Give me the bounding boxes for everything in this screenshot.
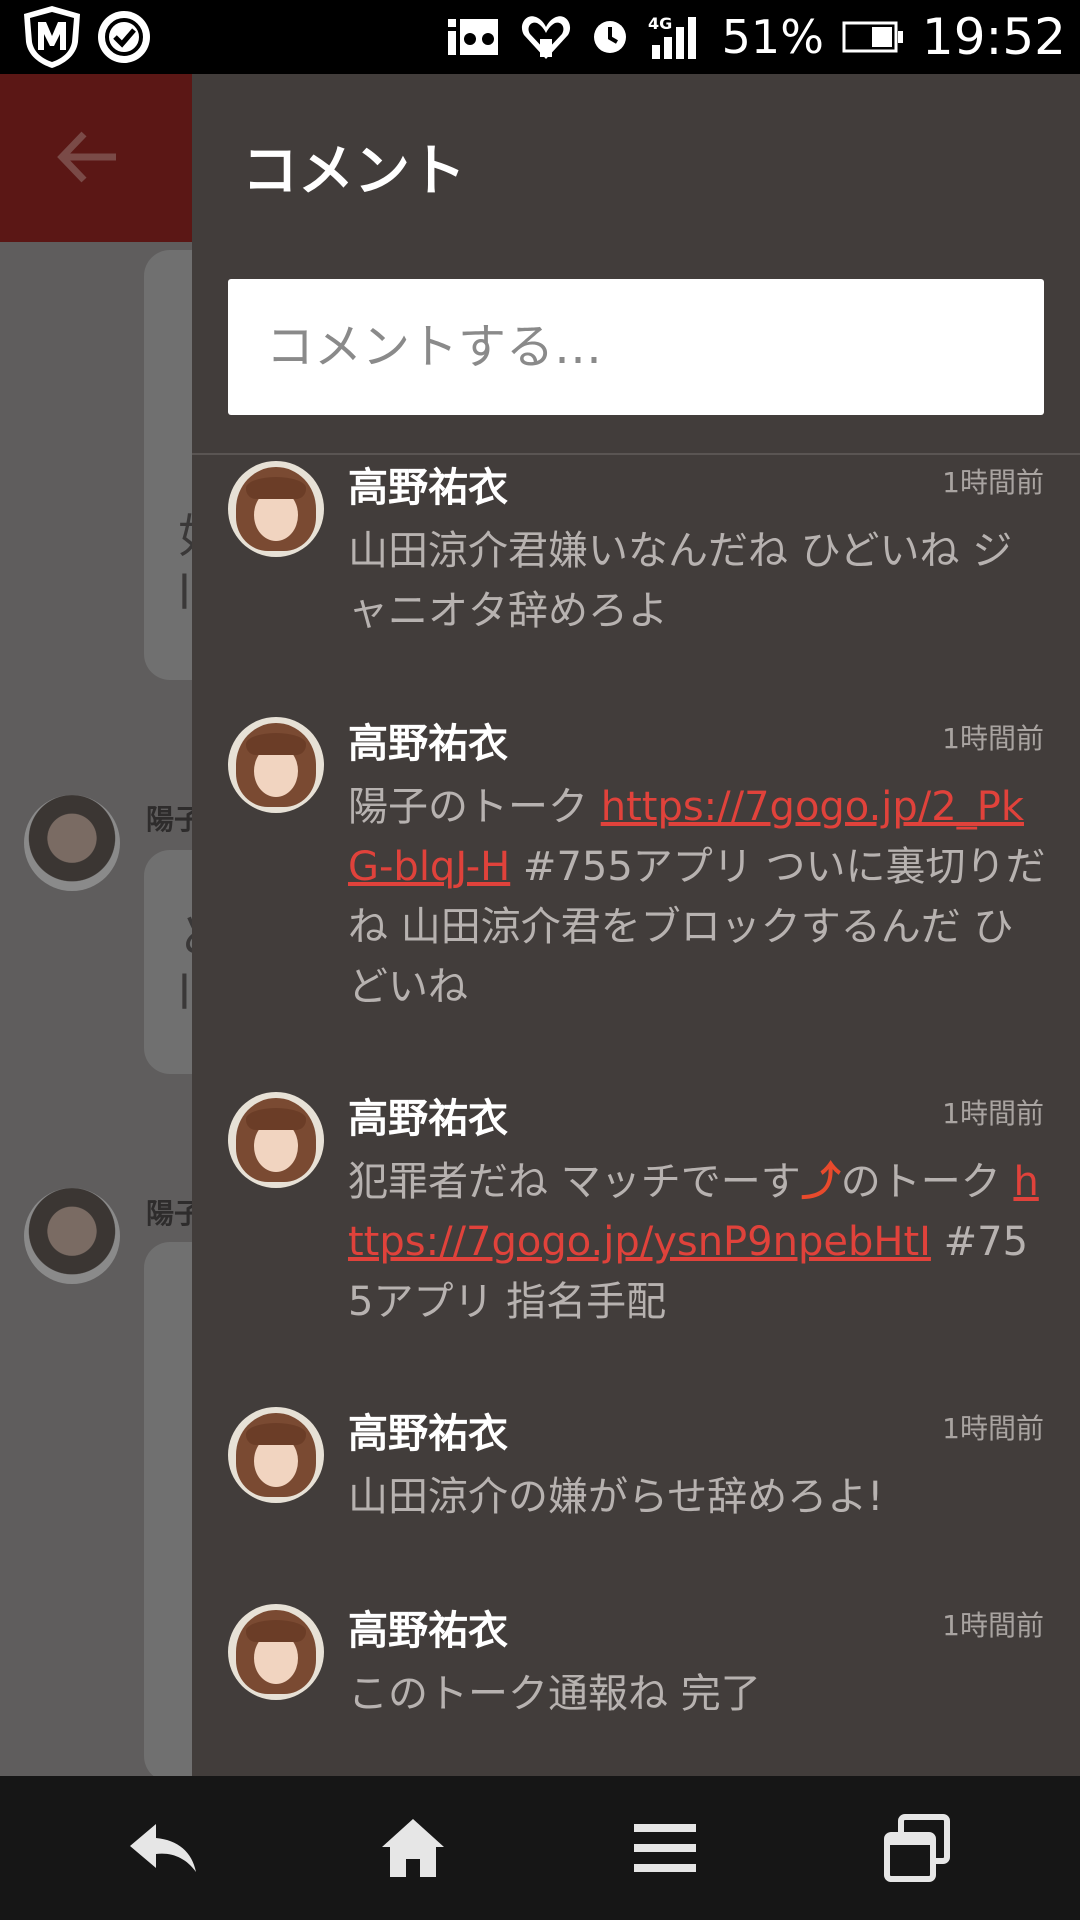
avatar[interactable] — [228, 1092, 324, 1188]
comment-timestamp: 1時間前 — [942, 1097, 1044, 1130]
comment-timestamp: 1時間前 — [942, 722, 1044, 755]
comment-author[interactable]: 高野祐衣 — [348, 463, 508, 513]
navigation-bar — [0, 1776, 1080, 1920]
battery-icon — [842, 15, 904, 59]
drawer-title: コメント — [242, 139, 466, 204]
comment-item: 高野祐衣 1時間前 山田涼介君嫌いなんだね ひどいね ジャニオタ辞めろよ — [228, 461, 1044, 661]
comment-item: 高野祐衣 1時間前 陽子のトーク https://7gogo.jp/2_PkG-… — [228, 717, 1046, 1017]
home-icon[interactable] — [368, 1806, 458, 1890]
comment-text: 犯罪者だね マッチでーす⤴のトーク https://7gogo.jp/ysnP9… — [348, 1152, 1048, 1332]
comment-text: このトーク通報ね 完了 — [348, 1671, 761, 1717]
avatar[interactable] — [228, 717, 324, 813]
comment-author[interactable]: 高野祐衣 — [348, 1409, 508, 1459]
background-text-fragment: l — [178, 966, 191, 1020]
m-shield-icon — [16, 4, 88, 70]
comment-timestamp: 1時間前 — [942, 1412, 1044, 1445]
network-label: 4G — [648, 14, 672, 33]
comment-timestamp: 1時間前 — [942, 1609, 1044, 1642]
comment-item: 高野祐衣 1時間前 犯罪者だね マッチでーす⤴のトーク https://7gog… — [228, 1092, 1044, 1332]
status-bar: 4G 51% 19:52 — [0, 0, 1080, 74]
video-icon — [446, 15, 502, 59]
comment-item: 高野祐衣 1時間前 このトーク通報ね 完了 — [228, 1604, 1044, 1744]
comment-author[interactable]: 高野祐衣 — [348, 1606, 508, 1656]
avatar[interactable] — [228, 1604, 324, 1700]
comment-author[interactable]: 高野祐衣 — [348, 719, 508, 769]
background-avatar — [24, 795, 120, 891]
recent-apps-icon[interactable] — [872, 1806, 962, 1890]
back-icon[interactable] — [118, 1806, 208, 1890]
comment-text-part: 犯罪者だね マッチでーす — [348, 1159, 801, 1205]
menu-icon[interactable] — [620, 1806, 710, 1890]
clock: 19:52 — [921, 8, 1066, 66]
signal-icon: 4G — [648, 14, 704, 59]
background-text-fragment: l — [178, 566, 191, 620]
check-circle-icon — [98, 11, 150, 63]
comment-text: 陽子のトーク https://7gogo.jp/2_PkG-blqJ-H #75… — [348, 777, 1048, 1017]
avatar[interactable] — [228, 461, 324, 557]
comment-text: 山田涼介の嫌がらせ辞めろよ! — [348, 1474, 884, 1520]
comment-input[interactable] — [228, 279, 1044, 415]
heart-icon — [520, 15, 572, 59]
comment-drawer: コメント 高野祐衣 1時間前 山田涼介君嫌いなんだね ひどいね ジャニオタ辞めろ… — [192, 74, 1080, 1776]
background-avatar — [24, 1188, 120, 1284]
comment-text: 山田涼介君嫌いなんだね ひどいね ジャニオタ辞めろよ — [348, 528, 1013, 634]
back-arrow-icon[interactable] — [56, 130, 120, 184]
battery-percent: 51% — [721, 10, 824, 64]
comment-timestamp: 1時間前 — [942, 466, 1044, 499]
comment-text-part: 陽子のトーク — [348, 784, 601, 830]
curved-arrow-icon: ⤴ — [800, 1159, 841, 1205]
alarm-icon — [590, 15, 630, 59]
comment-text-part: のトーク — [840, 1159, 1014, 1205]
comment-author[interactable]: 高野祐衣 — [348, 1094, 508, 1144]
divider — [192, 453, 1080, 455]
avatar[interactable] — [228, 1407, 324, 1503]
comment-item: 高野祐衣 1時間前 山田涼介の嫌がらせ辞めろよ! — [228, 1407, 1044, 1547]
